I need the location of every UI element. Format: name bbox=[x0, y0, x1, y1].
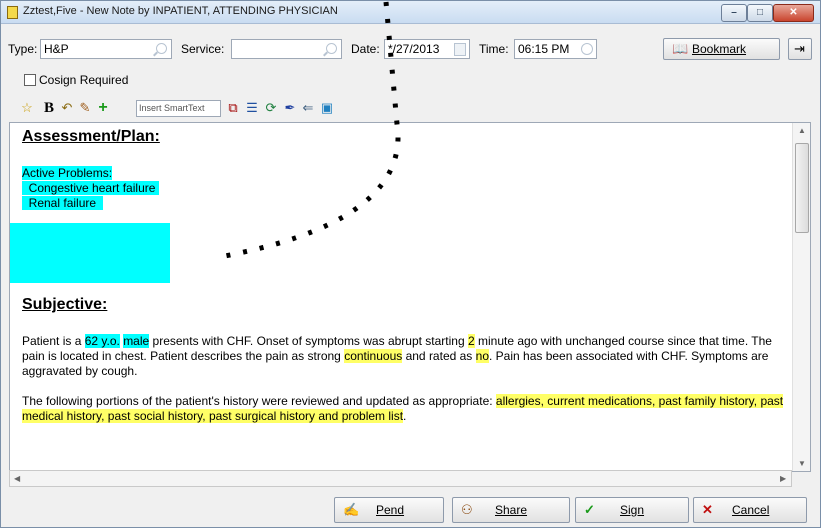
dotted-annotation-curve bbox=[213, 1, 401, 261]
